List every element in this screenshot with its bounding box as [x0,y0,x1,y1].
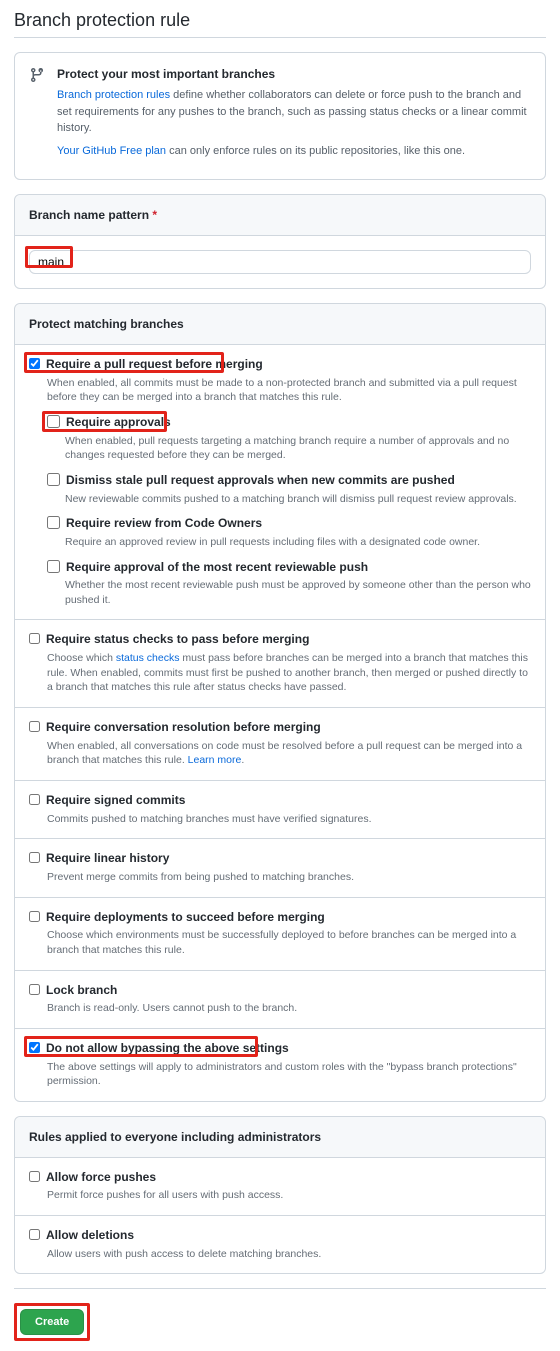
create-button[interactable]: Create [20,1309,84,1335]
plan-link[interactable]: Your GitHub Free plan [57,145,166,157]
dismiss-stale-checkbox[interactable] [47,473,60,486]
require-pr-checkbox[interactable] [29,358,40,369]
status-checks-link[interactable]: status checks [116,652,180,664]
rule-deployments: Require deployments to succeed before me… [15,897,545,970]
force-push-checkbox[interactable] [29,1171,40,1182]
footer: Create [14,1288,546,1341]
page-title: Branch protection rule [14,10,546,38]
rule-status-checks: Require status checks to pass before mer… [15,619,545,707]
conversation-checkbox[interactable] [29,721,40,732]
rule-require-pr: Require a pull request before merging Wh… [15,345,545,619]
require-approvals-checkbox[interactable] [47,415,60,428]
highlight-create: Create [14,1303,90,1341]
everyone-section: Rules applied to everyone including admi… [14,1116,546,1275]
info-title: Protect your most important branches [57,67,531,81]
status-checks-checkbox[interactable] [29,633,40,644]
rule-lock: Lock branch Branch is read-only. Users c… [15,970,545,1028]
protect-header: Protect matching branches [15,304,545,345]
branch-icon [29,67,45,83]
last-push-approval-checkbox[interactable] [47,560,60,573]
signed-commits-checkbox[interactable] [29,794,40,805]
pattern-header: Branch name pattern * [15,195,545,236]
info-panel: Protect your most important branches Bra… [14,52,546,180]
info-desc-1: Branch protection rules define whether c… [57,87,531,137]
info-desc-2: Your GitHub Free plan can only enforce r… [57,143,531,160]
rule-force-push: Allow force pushes Permit force pushes f… [15,1158,545,1215]
pattern-section-2: Branch name pattern * [14,194,546,289]
code-owners-checkbox[interactable] [47,516,60,529]
branch-rules-link[interactable]: Branch protection rules [57,89,170,101]
rule-no-bypass: Do not allow bypassing the above setting… [15,1028,545,1101]
branch-pattern-input[interactable] [29,250,531,274]
rule-signed: Require signed commits Commits pushed to… [15,780,545,838]
deletions-checkbox[interactable] [29,1229,40,1240]
protect-section: Protect matching branches Require a pull… [14,303,546,1102]
lock-branch-checkbox[interactable] [29,984,40,995]
no-bypass-checkbox[interactable] [29,1042,40,1053]
linear-history-checkbox[interactable] [29,852,40,863]
everyone-header: Rules applied to everyone including admi… [15,1117,545,1158]
rule-deletions: Allow deletions Allow users with push ac… [15,1215,545,1273]
learn-more-link[interactable]: Learn more [188,754,242,766]
rule-conversation: Require conversation resolution before m… [15,707,545,780]
deployments-checkbox[interactable] [29,911,40,922]
rule-linear: Require linear history Prevent merge com… [15,838,545,896]
